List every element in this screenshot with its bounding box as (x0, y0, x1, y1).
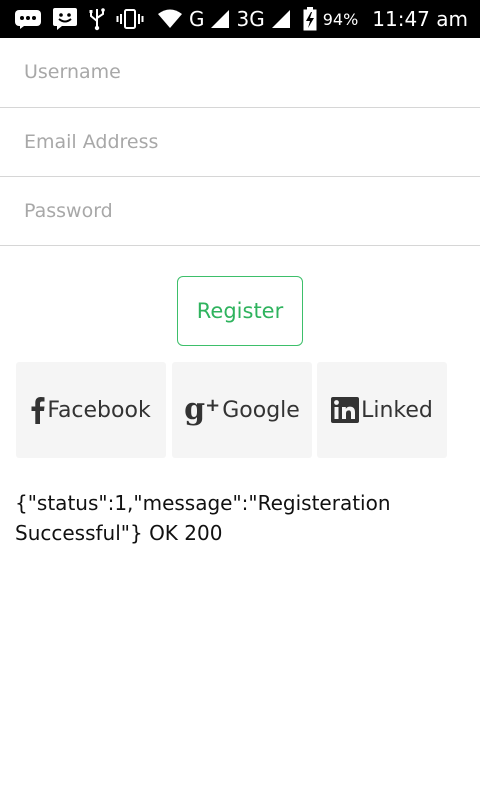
password-input[interactable] (0, 177, 480, 244)
usb-icon (88, 7, 106, 31)
vibrate-icon (116, 8, 144, 30)
form-divider (0, 245, 480, 246)
status-bar-system: G 3G 94% 11:47 am (157, 0, 468, 38)
battery-percent: 94% (322, 9, 359, 29)
email-field-container (0, 107, 480, 175)
facebook-login-button[interactable]: Facebook (16, 362, 166, 458)
facebook-label: Facebook (47, 397, 151, 423)
password-field-container (0, 176, 480, 244)
register-button[interactable]: Register (177, 276, 303, 346)
google-label: Google (222, 397, 300, 423)
google-login-button[interactable]: g + Google (172, 362, 312, 458)
bbm-icon (14, 8, 42, 30)
status-bar-notifications (14, 0, 144, 38)
wifi-icon (157, 9, 183, 29)
email-input[interactable] (0, 108, 480, 175)
network-3g-label: 3G (236, 7, 265, 31)
linkedin-login-button[interactable]: Linked (317, 362, 447, 458)
clock: 11:47 am (372, 7, 468, 31)
network-g-label: G (188, 7, 205, 31)
username-field-container (0, 38, 480, 106)
username-input[interactable] (0, 38, 480, 106)
battery-icon (303, 7, 317, 31)
chat-icon (52, 7, 78, 31)
signal-icon (271, 9, 291, 29)
response-message: {"status":1,"message":"Registeration Suc… (15, 491, 391, 545)
linkedin-label: Linked (361, 397, 433, 423)
signal-icon (210, 9, 230, 29)
facebook-icon (31, 396, 45, 424)
status-bar: G 3G 94% 11:47 am (0, 0, 480, 38)
linkedin-icon (331, 397, 360, 423)
google-plus-icon: g + (184, 392, 221, 427)
